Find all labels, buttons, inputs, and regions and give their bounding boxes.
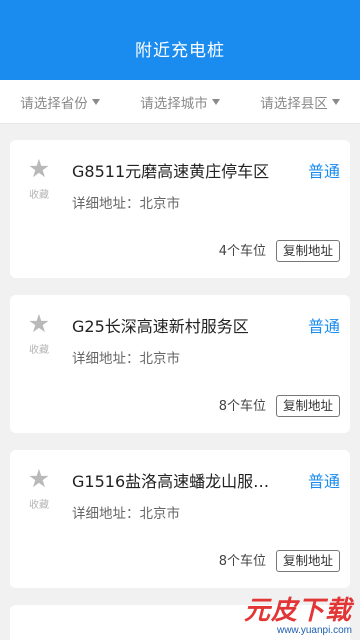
copy-address-button[interactable]: 复制地址	[275, 395, 340, 417]
favorite-button[interactable]: ★ 收藏	[24, 464, 54, 512]
star-icon: ★	[27, 464, 51, 493]
favorite-button[interactable]: ★ 收藏	[24, 154, 54, 202]
star-icon: ★	[27, 309, 51, 338]
caret-down-icon	[331, 98, 340, 105]
station-title: G8511元磨高速黄庄停车区	[72, 162, 270, 181]
county-select-label: 请选择县区	[260, 95, 328, 112]
copy-address-button[interactable]: 复制地址	[275, 550, 340, 572]
province-select-label: 请选择省份	[20, 95, 88, 112]
favorite-button[interactable]: ★ 收藏	[24, 309, 54, 357]
station-address: 详细地址：北京市	[72, 351, 180, 367]
charger-type-label: 普通	[307, 472, 340, 491]
parking-spots-count: 8个车位	[218, 399, 266, 414]
parking-spots-count: 4个车位	[218, 244, 266, 259]
watermark-url: www.yuanpi.com	[276, 625, 352, 636]
watermark-brand: 元皮下载	[243, 596, 352, 626]
watermark: 元皮下载 www.yuanpi.com	[244, 597, 352, 636]
charger-type-label: 普通	[307, 317, 340, 336]
page-title: 附近充电桩	[135, 40, 225, 61]
caret-down-icon	[91, 98, 100, 105]
favorite-label: 收藏	[29, 190, 49, 201]
station-card[interactable]: ★ 收藏 G25长深高速新村服务区 普通 详细地址：北京市 8个车位 复制地址	[10, 295, 350, 433]
caret-down-icon	[211, 98, 220, 105]
copy-address-button[interactable]: 复制地址	[275, 240, 340, 262]
parking-spots-count: 8个车位	[218, 554, 266, 569]
province-select[interactable]: 请选择省份	[20, 92, 100, 112]
star-icon: ★	[27, 154, 51, 183]
station-address: 详细地址：北京市	[72, 506, 180, 522]
app-header: 附近充电桩	[0, 0, 360, 80]
station-card[interactable]: ★ 收藏 G1516盐洛高速蟠龙山服… 普通 详细地址：北京市 8个车位 复制地…	[10, 450, 350, 588]
favorite-label: 收藏	[29, 345, 49, 356]
station-title: G25长深高速新村服务区	[72, 317, 249, 336]
station-title: G1516盐洛高速蟠龙山服…	[72, 472, 270, 491]
charger-type-label: 普通	[307, 162, 340, 181]
city-select[interactable]: 请选择城市	[140, 92, 220, 112]
station-card[interactable]: ★ 收藏 G8511元磨高速黄庄停车区 普通 详细地址：北京市 4个车位 复制地…	[10, 140, 350, 278]
station-address: 详细地址：北京市	[72, 196, 180, 212]
region-filter-bar: 请选择省份 请选择城市 请选择县区	[0, 80, 360, 124]
county-select[interactable]: 请选择县区	[260, 92, 340, 112]
favorite-label: 收藏	[29, 500, 49, 511]
city-select-label: 请选择城市	[140, 95, 208, 112]
